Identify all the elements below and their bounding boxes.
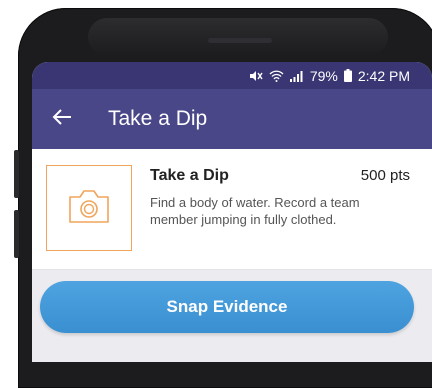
- challenge-description: Find a body of water. Record a team memb…: [150, 195, 360, 227]
- challenge-thumbnail[interactable]: [46, 165, 132, 251]
- phone-gloss: [88, 18, 388, 56]
- battery-icon: [343, 69, 352, 82]
- challenge-points: 500 pts: [360, 167, 410, 184]
- phone-side-button: [14, 210, 19, 258]
- mute-icon: [249, 70, 263, 82]
- arrow-left-icon: [52, 108, 72, 131]
- challenge-title: Take a Dip: [150, 167, 229, 184]
- app-bar: Take a Dip: [32, 89, 432, 149]
- challenge-card: Take a Dip 500 pts Find a body of water.…: [32, 149, 432, 270]
- page-title: Take a Dip: [108, 107, 208, 130]
- snap-evidence-button[interactable]: Snap Evidence: [40, 281, 414, 333]
- camera-icon: [66, 188, 112, 229]
- back-button[interactable]: [32, 89, 92, 149]
- battery-percent: 79%: [309, 67, 338, 84]
- status-time: 2:42 PM: [357, 67, 410, 84]
- phone-speaker: [208, 38, 272, 43]
- status-bar: 79% 2:42 PM: [32, 62, 432, 89]
- phone-side-button: [14, 150, 19, 198]
- app-screen: 79% 2:42 PM Take a Dip Take a Dip 500 pt…: [32, 62, 432, 362]
- wifi-icon: [269, 70, 284, 82]
- signal-icon: [289, 70, 304, 82]
